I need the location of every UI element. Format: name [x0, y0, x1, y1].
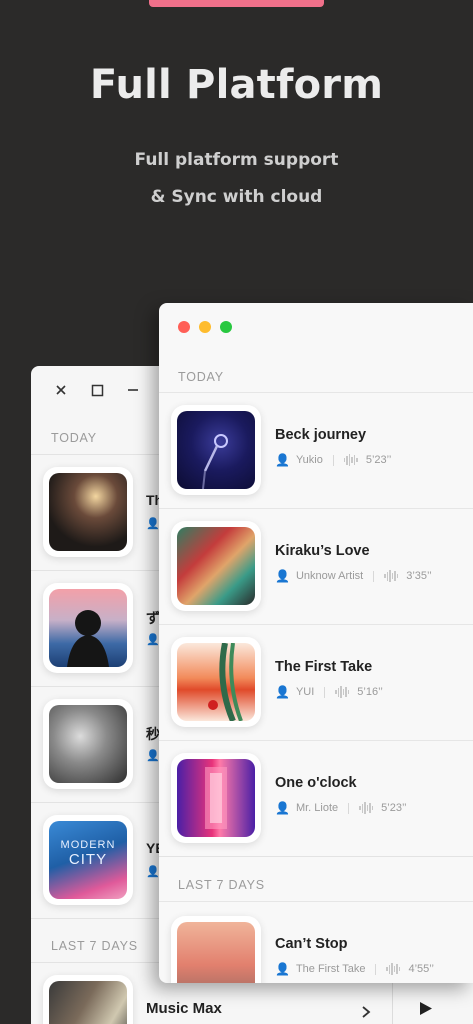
album-cover: MODERN CITY	[43, 815, 133, 905]
track-meta: 👤 Mr. Liote 5’23’’	[275, 801, 407, 815]
artist-icon: 👤	[275, 453, 290, 467]
album-cover	[43, 583, 133, 673]
track-duration: 3’35’’	[406, 570, 432, 582]
list-item[interactable]: One o'clock 👤 Mr. Liote 5’23’’	[159, 740, 473, 856]
hero-title: Full Platform	[89, 62, 384, 108]
section-last7-label: LAST 7 DAYS	[178, 878, 265, 892]
track-duration: 4’55’’	[408, 963, 434, 975]
artwork-text: CITY	[68, 851, 108, 868]
divider	[159, 856, 473, 857]
album-cover	[43, 467, 133, 557]
album-artwork	[49, 981, 127, 1024]
track-title: 秒	[146, 726, 160, 742]
hero-subtitle-line1: Full platform support	[134, 150, 339, 170]
track-meta: 👤 The First Take 4’55’’	[275, 962, 434, 976]
minimize-icon[interactable]	[125, 382, 141, 398]
close-dot-icon[interactable]	[178, 321, 190, 333]
album-artwork	[49, 705, 127, 783]
album-artwork	[177, 411, 255, 489]
waveform-icon	[335, 686, 350, 698]
track-duration: 5’16’’	[357, 686, 383, 698]
artist-name: The First Take	[295, 963, 366, 975]
list-item[interactable]: Beck journey 👤 Yukio 5’23’’	[159, 392, 473, 508]
waveform-icon	[343, 454, 359, 466]
section-last7-label: LAST 7 DAYS	[51, 939, 138, 953]
artist-name: YUI	[295, 686, 315, 698]
track-title: The First Take	[275, 659, 373, 675]
list-item[interactable]: Can’t Stop 👤 The First Take 4’55’’	[159, 901, 473, 983]
track-duration: 5’23’’	[381, 802, 407, 814]
artist-icon: 👤	[146, 866, 160, 878]
artist-icon: 👤	[275, 962, 290, 976]
album-cover	[171, 405, 261, 495]
track-title: One o'clock	[275, 775, 357, 791]
album-artwork: MODERN CITY	[49, 821, 127, 899]
separator	[324, 686, 326, 698]
artist-icon: 👤	[275, 801, 290, 815]
track-title: ず	[146, 610, 160, 626]
window-controls	[53, 382, 161, 398]
close-icon[interactable]	[53, 382, 69, 398]
track-title: Kiraku’s Love	[275, 543, 370, 559]
list-item[interactable]: The First Take 👤 YUI 5’16’’	[159, 624, 473, 740]
minimize-dot-icon[interactable]	[199, 321, 211, 333]
album-cover	[171, 521, 261, 611]
waveform-icon	[386, 963, 401, 975]
player-track-title: Music Max	[146, 1000, 222, 1017]
artist-icon: 👤	[146, 634, 160, 646]
track-duration: 5’23’’	[365, 454, 392, 466]
front-window: TODAY Beck journey 👤 Yukio 5’23’’ Kiraku…	[159, 303, 473, 983]
album-cover	[43, 975, 133, 1024]
track-meta: 👤 Unknow Artist 3’35’’	[275, 569, 432, 583]
waveform-icon	[359, 802, 374, 814]
album-artwork	[177, 527, 255, 605]
track-meta: 👤 YUI 5’16’’	[275, 685, 383, 699]
separator	[373, 570, 375, 582]
maximize-icon[interactable]	[89, 382, 105, 398]
artist-icon: 👤	[146, 518, 160, 530]
album-cover	[171, 637, 261, 727]
track-title: Can’t Stop	[275, 936, 348, 952]
section-today-label: TODAY	[51, 431, 97, 445]
album-artwork	[177, 643, 255, 721]
artist-name: Unknow Artist	[295, 570, 364, 582]
artwork-text: MODERN	[60, 839, 116, 851]
separator	[332, 454, 334, 466]
chevron-right-icon[interactable]	[361, 1005, 371, 1023]
album-artwork	[177, 759, 255, 837]
separator	[375, 963, 377, 975]
window-controls	[178, 321, 241, 333]
top-accent-pill	[149, 0, 324, 7]
album-artwork	[49, 473, 127, 551]
album-cover	[43, 699, 133, 789]
hero-subtitle-line2: & Sync with cloud	[150, 187, 323, 207]
album-cover	[171, 753, 261, 843]
artist-name: Mr. Liote	[295, 802, 339, 814]
album-cover	[171, 916, 261, 983]
waveform-icon	[384, 570, 399, 582]
artist-icon: 👤	[146, 750, 160, 762]
artist-icon: 👤	[275, 569, 290, 583]
artist-name: Yukio	[295, 454, 323, 466]
artist-icon: 👤	[275, 685, 290, 699]
album-artwork	[177, 922, 255, 983]
track-title: Beck journey	[275, 427, 367, 443]
section-today-label: TODAY	[178, 370, 224, 384]
separator	[348, 802, 350, 814]
track-meta: 👤 Yukio 5’23’’	[275, 453, 391, 467]
zoom-dot-icon[interactable]	[220, 321, 232, 333]
album-artwork	[49, 589, 127, 667]
play-icon[interactable]	[419, 1001, 433, 1021]
list-item[interactable]: Kiraku’s Love 👤 Unknow Artist 3’35’’	[159, 508, 473, 624]
